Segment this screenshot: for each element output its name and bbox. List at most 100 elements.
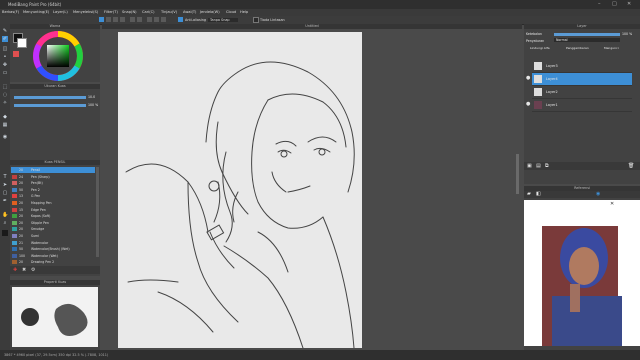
brush-list-item[interactable]: 20 Drawing Pen 2 (11, 259, 95, 265)
select-tool-icon[interactable]: ⬚ (2, 84, 8, 90)
snap-dropdown[interactable]: Tanpa Snap (208, 18, 238, 22)
capture-icon[interactable]: ◧ (536, 191, 541, 197)
delete-layer-icon[interactable]: 🗑 (628, 163, 634, 169)
brush-list-item[interactable]: 20 Sumi (11, 233, 95, 239)
frame-tool-icon[interactable]: ▢ (2, 190, 8, 196)
gradient-tool-icon[interactable]: ▦ (2, 122, 8, 128)
brush-size-text: 24 (19, 174, 24, 179)
eraser-mode-button[interactable] (106, 17, 111, 22)
menu-snap[interactable]: Snap(N) (122, 10, 137, 14)
primary-color-swatch[interactable] (2, 230, 8, 236)
brush-list-scrollbar[interactable] (96, 167, 99, 257)
brush-size-slider[interactable] (14, 96, 86, 99)
select-mode-button[interactable] (113, 17, 118, 22)
menu-find[interactable]: Cari(C) (142, 10, 155, 14)
blend-mode-dropdown[interactable]: Normal (554, 38, 620, 42)
menu-window[interactable]: Jendela(W) (200, 10, 220, 14)
clear-button[interactable] (147, 17, 152, 22)
open-reference-icon[interactable]: ▰ (527, 191, 531, 197)
color-wheel[interactable] (33, 31, 83, 81)
blur-tool-icon[interactable]: ◉ (2, 134, 8, 140)
protect-alpha-checkbox[interactable]: Lindungi Alfa (530, 46, 550, 50)
transform-button[interactable] (120, 17, 125, 22)
eye-icon[interactable]: ● (526, 75, 530, 81)
eyedrop-reference-icon[interactable]: ◉ (596, 191, 600, 197)
brush-size-text: 20 (19, 220, 24, 225)
delete-brush-icon[interactable]: ✖ (22, 267, 26, 273)
move-tool-icon[interactable]: ✥ (2, 62, 8, 68)
layer-opacity-slider[interactable] (554, 33, 620, 36)
menu-view[interactable]: Tinjau(V) (161, 10, 177, 14)
menu-select[interactable]: Menyeleksi(S) (73, 10, 98, 14)
eye-icon[interactable]: ● (526, 101, 530, 107)
layer-row[interactable]: Layer1 (532, 99, 632, 112)
menu-help[interactable]: Help (240, 10, 248, 14)
redo-button[interactable] (137, 17, 142, 22)
brush-list-item[interactable]: 20 Mapping Pen (11, 200, 95, 206)
title-bar: MediBang Paint Pro (64bit) – □ ✕ (0, 0, 640, 9)
menu-home[interactable]: Awal(T) (183, 10, 196, 14)
close-button[interactable]: ✕ (627, 1, 631, 7)
clipping-checkbox[interactable]: Penggambaran (566, 46, 589, 50)
anti-alias-toggle[interactable] (178, 17, 183, 22)
path-toggle[interactable] (253, 17, 259, 23)
menu-cloud[interactable]: Cloud (226, 10, 236, 14)
brush-list-item[interactable]: 20 Kapas (Soft) (11, 213, 95, 219)
new-folder-icon[interactable]: ▤ (536, 163, 541, 169)
minimize-button[interactable]: – (598, 1, 601, 7)
layer-row[interactable]: Layer2 (532, 86, 632, 99)
menu-filter[interactable]: Filter(T) (104, 10, 118, 14)
color-panel: Warna (10, 24, 100, 82)
brush-list-item[interactable]: 15 Edge Pen (11, 207, 95, 213)
text-tool-icon[interactable]: T (2, 174, 8, 180)
brush-list-item[interactable]: 20 Smudge (11, 226, 95, 232)
brush-list-item[interactable]: 100 Watercolor (Wet) (11, 253, 95, 259)
fill-button[interactable] (154, 17, 159, 22)
drawing-canvas[interactable] (118, 32, 362, 349)
brush-tool-icon[interactable]: ✎ (2, 28, 8, 34)
brush-settings-icon[interactable]: ⚙ (31, 267, 35, 273)
brush-list-item[interactable]: 50 Watercolor(Brush) (Wet) (11, 246, 95, 252)
brush-list-item[interactable]: 20 Pen(Bt) (11, 180, 95, 186)
dot-tool-icon[interactable]: • (2, 54, 8, 60)
fill-tool-icon[interactable]: ◆ (2, 114, 8, 120)
layer-row[interactable]: Layer3 (532, 60, 632, 73)
brush-color-swatch (12, 247, 17, 252)
brush-list-item[interactable]: 13 G Pen (11, 193, 95, 199)
operation-tool-icon[interactable]: ➤ (2, 182, 8, 188)
brush-mode-button[interactable] (99, 17, 104, 22)
magic-wand-icon[interactable]: ✧ (2, 100, 8, 106)
brush-list-item[interactable]: 20 Pensil (11, 167, 95, 173)
lock-checkbox[interactable]: Mengunci (604, 46, 619, 50)
eyedropper-tool-icon[interactable]: ✒ (2, 198, 8, 204)
brush-opacity-slider[interactable] (14, 104, 86, 107)
layer-row-selected[interactable]: Layer4 (532, 73, 632, 86)
pen-tool-icon[interactable]: ✐ (2, 36, 8, 42)
menu-layer[interactable]: Layer(L) (53, 10, 68, 14)
brush-list-item[interactable]: 24 Pen (Sharp) (11, 174, 95, 180)
brush-size-value: 10.0 (88, 95, 96, 99)
invert-button[interactable] (161, 17, 166, 22)
hand-tool-icon[interactable]: ✋ (2, 212, 8, 218)
maximize-button[interactable]: □ (612, 1, 617, 7)
background-color-swatch[interactable] (17, 38, 27, 48)
close-reference-icon[interactable]: ✕ (610, 201, 614, 207)
menu-edit[interactable]: Menyunting(E) (23, 10, 49, 14)
shape-tool-icon[interactable]: ▭ (2, 70, 8, 76)
transparent-color-swatch[interactable] (13, 51, 19, 57)
lasso-tool-icon[interactable]: ◌ (2, 92, 8, 98)
brush-list-item[interactable]: 21 Watercolor (11, 240, 95, 246)
brush-name: Kapas (Soft) (31, 214, 51, 219)
menu-file[interactable]: Berkas(F) (2, 10, 19, 14)
duplicate-layer-icon[interactable]: ⧉ (545, 163, 549, 169)
brush-color-swatch (12, 227, 17, 232)
new-layer-icon[interactable]: ▣ (527, 163, 532, 169)
zoom-tool-icon[interactable]: ⌕ (2, 220, 8, 226)
add-brush-icon[interactable]: ✚ (13, 267, 17, 273)
eraser-tool-icon[interactable]: ◫ (2, 46, 8, 52)
canvas-tab[interactable]: Untitled (102, 24, 522, 29)
undo-button[interactable] (130, 17, 135, 22)
canvas-vertical-scrollbar[interactable] (516, 154, 519, 194)
brush-list-item[interactable]: 50 Pen 2 (11, 187, 95, 193)
brush-list-item[interactable]: 20 Stipple Pen (11, 220, 95, 226)
